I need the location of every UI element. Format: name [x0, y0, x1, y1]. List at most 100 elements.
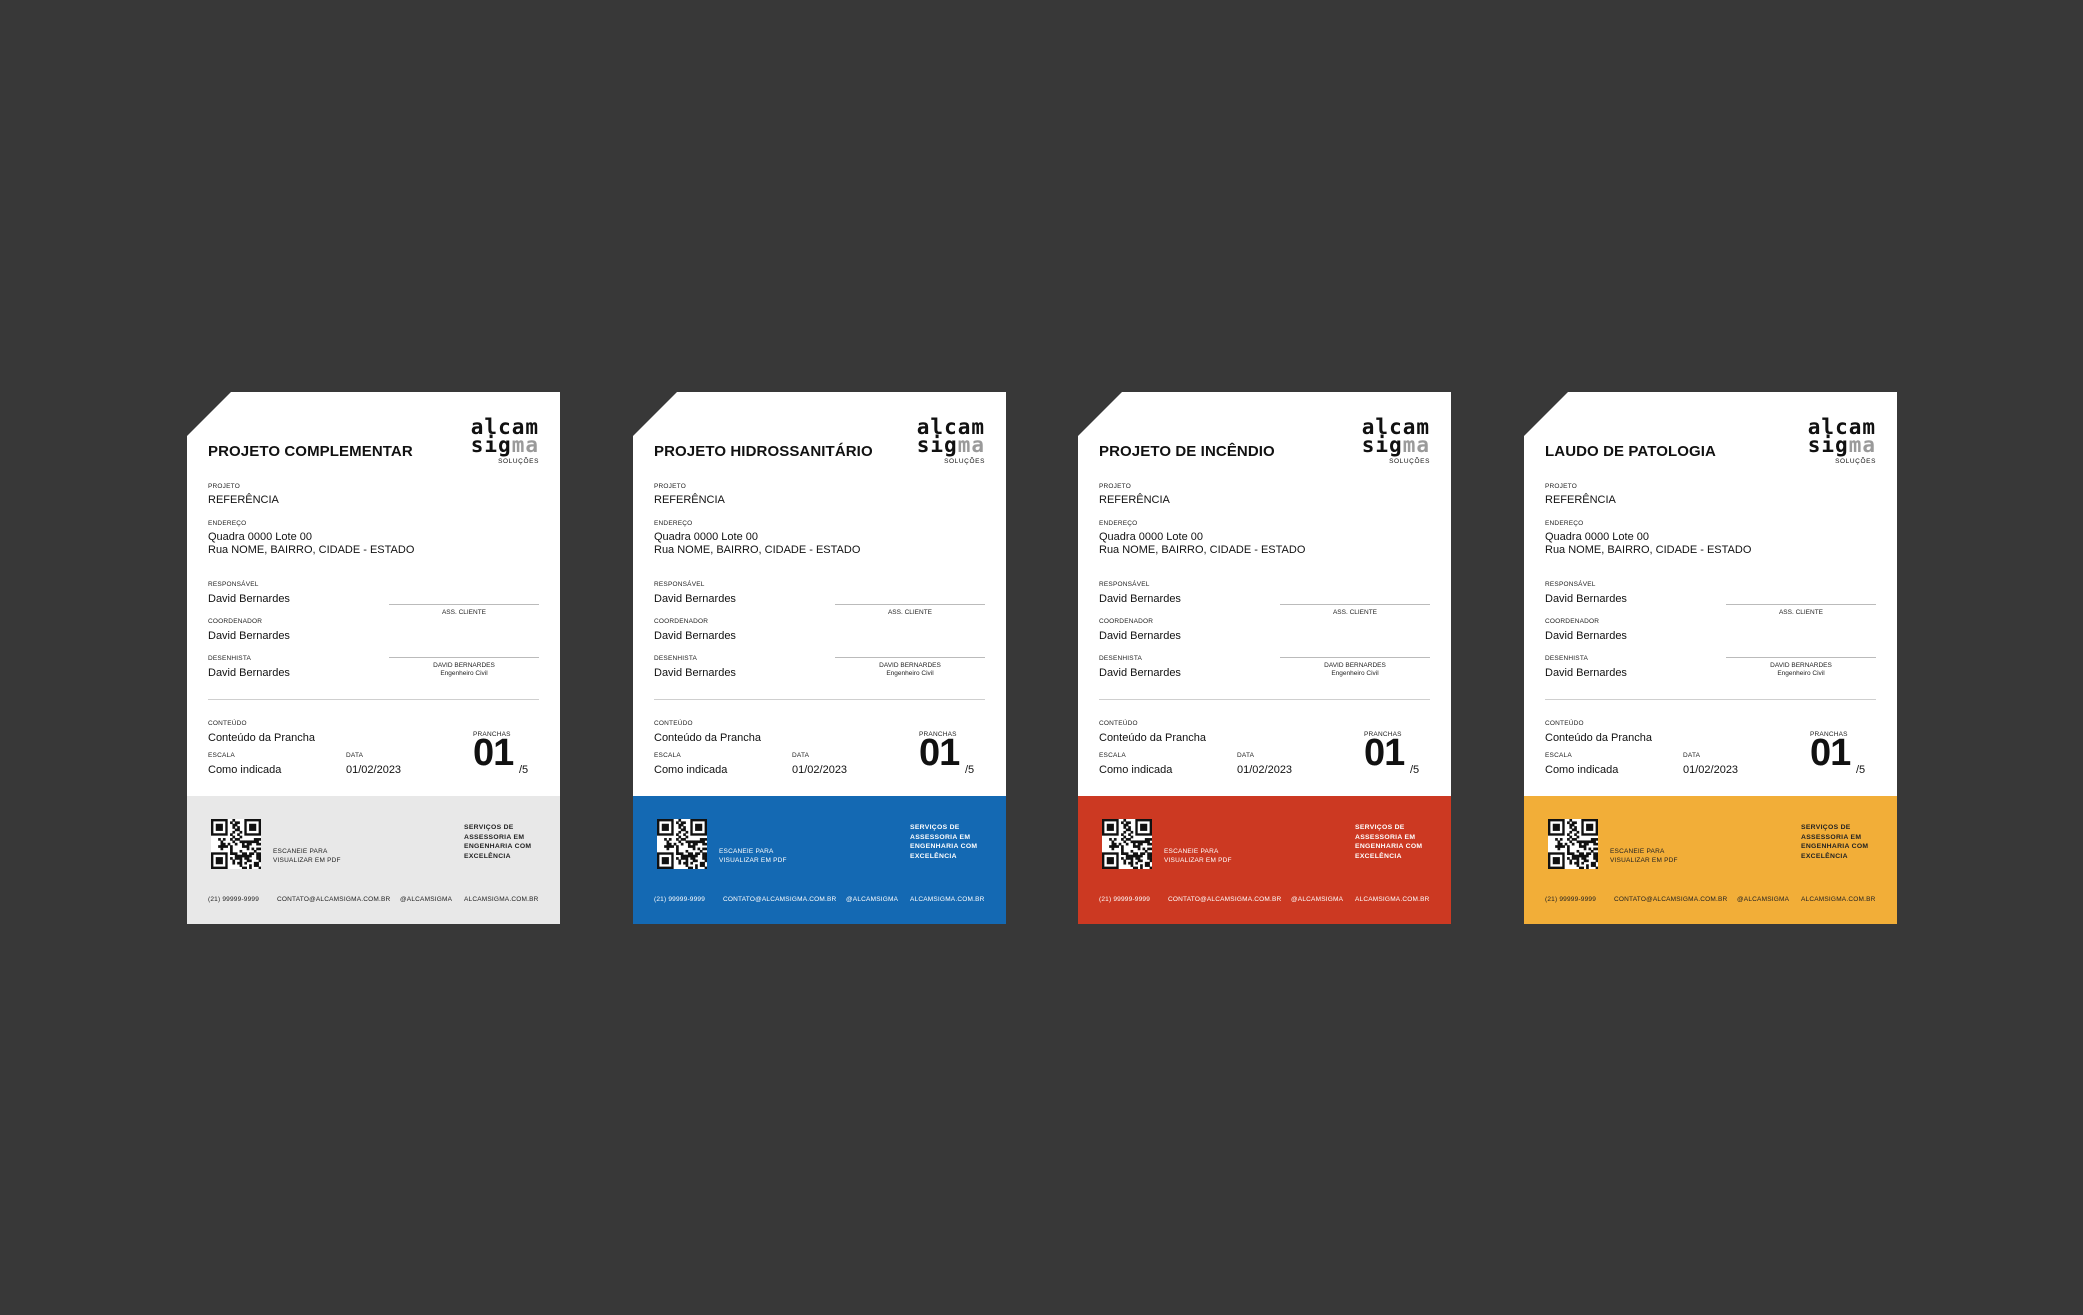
endereco-line-2: Rua NOME, BAIRRO, CIDADE - ESTADO — [1545, 544, 1752, 556]
escala-label: ESCALA — [208, 752, 235, 759]
section-divider — [208, 699, 539, 700]
coordenador-value: David Bernardes — [1099, 630, 1181, 642]
card-title: PROJETO COMPLEMENTAR — [208, 443, 413, 460]
section-divider — [654, 699, 985, 700]
logo-subtitle: SOLUÇÕES — [1835, 457, 1876, 465]
desenhista-value: David Bernardes — [1099, 667, 1181, 679]
pranchas-total: /5 — [1856, 764, 1866, 776]
ass-cliente-label: ASS. CLIENTE — [441, 609, 487, 616]
data-label: DATA — [1683, 752, 1701, 759]
endereco-line-1: Quadra 0000 Lote 00 — [654, 531, 758, 543]
scan-caption: ESCANEIE PARA VISUALIZAR EM PDF — [273, 848, 341, 864]
card-title: PROJETO HIDROSSANITÁRIO — [654, 443, 873, 460]
services-tagline: SERVIÇOS DE ASSESSORIA EM ENGENHARIA COM… — [1355, 824, 1423, 860]
card-title: PROJETO DE INCÊNDIO — [1099, 443, 1275, 460]
endereco-line-2: Rua NOME, BAIRRO, CIDADE - ESTADO — [654, 544, 861, 556]
desenhista-value: David Bernardes — [1545, 667, 1627, 679]
responsavel-label: RESPONSÁVEL — [654, 581, 705, 588]
engineer-signature-line — [389, 657, 539, 658]
desenhista-value: David Bernardes — [654, 667, 736, 679]
alcamsigma-logo: alcam sigma SOLUÇÕES — [1340, 416, 1430, 465]
qr-code-icon[interactable] — [1102, 819, 1152, 869]
signer-role: Engenheiro Civil — [886, 670, 934, 677]
scan-caption: ESCANEIE PARA VISUALIZAR EM PDF — [1164, 848, 1232, 864]
endereco-line-1: Quadra 0000 Lote 00 — [1545, 531, 1649, 543]
logo-subtitle: SOLUÇÕES — [944, 457, 985, 465]
qr-code-icon[interactable] — [211, 819, 261, 869]
conteudo-value: Conteúdo da Prancha — [208, 732, 316, 744]
ass-cliente-label: ASS. CLIENTE — [887, 609, 933, 616]
pranchas-total: /5 — [519, 764, 529, 776]
contact-email: CONTATO@ALCAMSIGMA.COM.BR — [1168, 896, 1282, 903]
coordenador-label: COORDENADOR — [654, 618, 709, 625]
escala-value: Como indicada — [208, 764, 282, 776]
pranchas-total: /5 — [1410, 764, 1420, 776]
conteudo-label: CONTEÚDO — [654, 720, 693, 727]
coordenador-value: David Bernardes — [654, 630, 736, 642]
pranchas-number: 01 — [919, 732, 960, 774]
coordenador-value: David Bernardes — [1545, 630, 1627, 642]
card-footer: ESCANEIE PARA VISUALIZAR EM PDF SERVIÇOS… — [1524, 796, 1897, 924]
escala-value: Como indicada — [1545, 764, 1619, 776]
data-label: DATA — [792, 752, 810, 759]
desenhista-label: DESENHISTA — [1099, 655, 1143, 662]
escala-value: Como indicada — [654, 764, 728, 776]
conteudo-value: Conteúdo da Prancha — [1099, 732, 1207, 744]
desenhista-label: DESENHISTA — [1545, 655, 1589, 662]
scan-caption: ESCANEIE PARA VISUALIZAR EM PDF — [1610, 848, 1678, 864]
data-value: 01/02/2023 — [346, 764, 402, 776]
qr-code-icon[interactable] — [657, 819, 707, 869]
contact-email: CONTATO@ALCAMSIGMA.COM.BR — [277, 896, 391, 903]
data-value: 01/02/2023 — [1683, 764, 1739, 776]
conteudo-value: Conteúdo da Prancha — [654, 732, 762, 744]
coordenador-label: COORDENADOR — [1099, 618, 1154, 625]
endereco-label: ENDEREÇO — [208, 520, 247, 527]
pranchas-number: 01 — [1364, 732, 1405, 774]
conteudo-label: CONTEÚDO — [208, 720, 247, 727]
logo-subtitle: SOLUÇÕES — [1389, 457, 1430, 465]
card-title: LAUDO DE PATOLOGIA — [1545, 443, 1716, 460]
card-footer: ESCANEIE PARA VISUALIZAR EM PDF SERVIÇOS… — [1078, 796, 1451, 924]
qr-code-icon[interactable] — [1548, 819, 1598, 869]
responsavel-value: David Bernardes — [1545, 593, 1627, 605]
logo-line-2: sigma — [916, 433, 985, 458]
coordenador-value: David Bernardes — [208, 630, 290, 642]
logo-line-2: sigma — [1807, 433, 1876, 458]
contact-phone: (21) 99999-9999 — [1545, 896, 1597, 903]
services-tagline: SERVIÇOS DE ASSESSORIA EM ENGENHARIA COM… — [910, 824, 978, 860]
endereco-line-2: Rua NOME, BAIRRO, CIDADE - ESTADO — [1099, 544, 1306, 556]
alcamsigma-logo: alcam sigma SOLUÇÕES — [895, 416, 985, 465]
alcamsigma-logo: alcam sigma SOLUÇÕES — [1786, 416, 1876, 465]
ass-cliente-label: ASS. CLIENTE — [1778, 609, 1824, 616]
signer-role: Engenheiro Civil — [1777, 670, 1825, 677]
signer-name: DAVID BERNARDES — [1770, 662, 1832, 669]
conteudo-label: CONTEÚDO — [1099, 720, 1138, 727]
signer-role: Engenheiro Civil — [1331, 670, 1379, 677]
signer-role: Engenheiro Civil — [440, 670, 488, 677]
escala-value: Como indicada — [1099, 764, 1173, 776]
conteudo-value: Conteúdo da Prancha — [1545, 732, 1653, 744]
signer-name: DAVID BERNARDES — [1324, 662, 1386, 669]
conteudo-label: CONTEÚDO — [1545, 720, 1584, 727]
projeto-label: PROJETO — [1545, 483, 1577, 490]
desenhista-value: David Bernardes — [208, 667, 290, 679]
title-block-card: PROJETO COMPLEMENTAR alcam sigma SOLUÇÕE… — [187, 392, 560, 924]
data-value: 01/02/2023 — [792, 764, 848, 776]
title-block-card: LAUDO DE PATOLOGIA alcam sigma SOLUÇÕES … — [1524, 392, 1897, 924]
responsavel-label: RESPONSÁVEL — [1545, 581, 1596, 588]
escala-label: ESCALA — [1099, 752, 1126, 759]
desenhista-label: DESENHISTA — [654, 655, 698, 662]
projeto-label: PROJETO — [654, 483, 686, 490]
escala-label: ESCALA — [654, 752, 681, 759]
endereco-label: ENDEREÇO — [654, 520, 693, 527]
logo-line-2: sigma — [1361, 433, 1430, 458]
client-signature-line — [835, 604, 985, 605]
logo-subtitle: SOLUÇÕES — [498, 457, 539, 465]
engineer-signature-line — [835, 657, 985, 658]
data-label: DATA — [346, 752, 364, 759]
section-divider — [1545, 699, 1876, 700]
contact-email: CONTATO@ALCAMSIGMA.COM.BR — [1614, 896, 1728, 903]
projeto-value: REFERÊNCIA — [208, 494, 279, 506]
contact-site: ALCAMSIGMA.COM.BR — [1801, 896, 1876, 903]
responsavel-value: David Bernardes — [1099, 593, 1181, 605]
